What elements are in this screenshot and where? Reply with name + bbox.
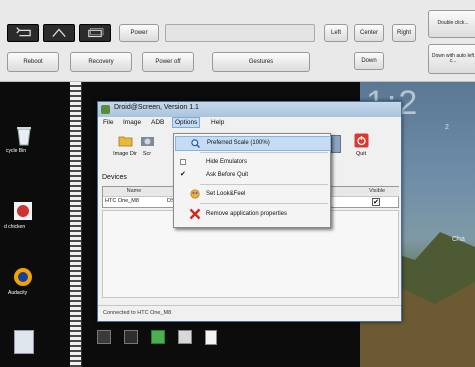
document-icon[interactable] <box>205 330 217 345</box>
power-button[interactable]: Power <box>119 24 159 42</box>
audacity-label: Audacity <box>8 290 28 296</box>
side-top-button[interactable]: Double click... <box>428 10 475 38</box>
menu-item-label: Ask Before Quit <box>206 172 249 178</box>
visible-checkbox[interactable]: ✔ <box>372 198 380 206</box>
recycle-bin-icon[interactable] <box>14 124 34 146</box>
document-icon[interactable] <box>14 330 34 354</box>
toolbar-button-partial[interactable] <box>331 135 341 153</box>
power-icon <box>354 133 369 148</box>
col-name-header[interactable]: Name <box>103 187 166 197</box>
magnifier-icon <box>191 139 200 148</box>
back-icon <box>16 27 31 37</box>
menu-item-remove-properties[interactable]: Remove application properties <box>175 208 329 221</box>
menu-item-label: Set Look&Feel <box>206 191 246 197</box>
audacity-icon[interactable] <box>12 266 34 288</box>
right-button[interactable]: Right <box>392 24 416 42</box>
menu-separator <box>200 203 328 204</box>
devices-header: Devices <box>102 174 127 181</box>
gestures-button[interactable]: Gestures <box>212 52 310 72</box>
recovery-button[interactable]: Recovery <box>70 52 132 72</box>
app-logo-icon <box>101 105 110 114</box>
palette-icon <box>190 189 200 199</box>
recycle-bin-label: cycle Bin <box>6 148 27 154</box>
screenshot-label: Scr <box>142 151 152 157</box>
status-text: Connected to HTC One_M8 <box>103 310 172 316</box>
menu-separator <box>200 152 328 153</box>
recent-apps-button[interactable] <box>79 24 111 42</box>
options-menu: Preferred Scale (100%) Hide Emulators ✔ … <box>173 133 331 228</box>
wallpaper-caption: 2 <box>445 124 449 131</box>
home-button[interactable] <box>43 24 75 42</box>
app-icon[interactable] <box>97 330 111 344</box>
menu-file[interactable]: File <box>103 119 113 126</box>
image-dir-button[interactable]: Image Dir <box>110 133 140 157</box>
left-button[interactable]: Left <box>324 24 348 42</box>
checkmark-icon: ✔ <box>180 171 186 178</box>
side-bottom-button[interactable]: Down with auto left c... <box>428 44 475 74</box>
reboot-button[interactable]: Reboot <box>7 52 59 72</box>
chicken-app-icon[interactable] <box>12 200 34 222</box>
recent-apps-icon <box>88 28 104 38</box>
menu-item-hide-emulators[interactable]: Hide Emulators <box>175 156 329 169</box>
menu-options[interactable]: Options <box>172 117 201 128</box>
home-icon <box>52 28 66 37</box>
red-x-icon <box>189 208 201 220</box>
power-off-button[interactable]: Power off <box>142 52 194 72</box>
center-button[interactable]: Center <box>354 24 384 42</box>
window-title: Droid@Screen, Version 1.1 <box>114 104 199 111</box>
back-button[interactable] <box>7 24 39 42</box>
menu-item-ask-before-quit[interactable]: ✔ Ask Before Quit <box>175 169 329 182</box>
menu-help[interactable]: Help <box>211 119 224 126</box>
screen-ruler <box>70 82 82 367</box>
folder-icon[interactable] <box>178 330 192 344</box>
quit-button[interactable]: Quit <box>346 133 376 157</box>
menu-item-label: Preferred Scale (100%) <box>207 140 270 146</box>
android-icon[interactable] <box>151 330 165 344</box>
menu-adb[interactable]: ADB <box>151 119 164 126</box>
window-titlebar[interactable]: Droid@Screen, Version 1.1 <box>98 102 401 117</box>
menu-separator <box>200 184 328 185</box>
quit-label: Quit <box>355 151 367 157</box>
menu-image[interactable]: Image <box>123 119 141 126</box>
folder-icon <box>118 133 133 148</box>
app-icon[interactable] <box>124 330 138 344</box>
image-dir-label: Image Dir <box>113 151 137 157</box>
status-bar: Connected to HTC One_M8 <box>98 305 401 321</box>
unchecked-box-icon <box>180 159 186 165</box>
screenshot-button[interactable]: Scr <box>138 133 156 157</box>
device-name-cell: HTC One_M8 <box>105 198 139 204</box>
wallpaper-caption: Cha <box>452 236 465 243</box>
text-input[interactable] <box>165 24 315 42</box>
down-button[interactable]: Down <box>354 52 384 70</box>
menu-item-set-look-and-feel[interactable]: Set Look&Feel <box>175 188 329 201</box>
menu-item-label: Remove application properties <box>206 211 288 217</box>
chicken-app-label: d chicken <box>4 224 26 230</box>
menu-bar: File Image ADB Options Help <box>98 117 401 129</box>
col-visible-header[interactable]: Visible <box>355 187 399 197</box>
menu-item-preferred-scale[interactable]: Preferred Scale (100%) <box>175 136 331 151</box>
device-control-panel: Power Left Center Right Double click... … <box>0 0 475 82</box>
camera-icon <box>140 133 155 148</box>
menu-item-label: Hide Emulators <box>206 159 248 165</box>
